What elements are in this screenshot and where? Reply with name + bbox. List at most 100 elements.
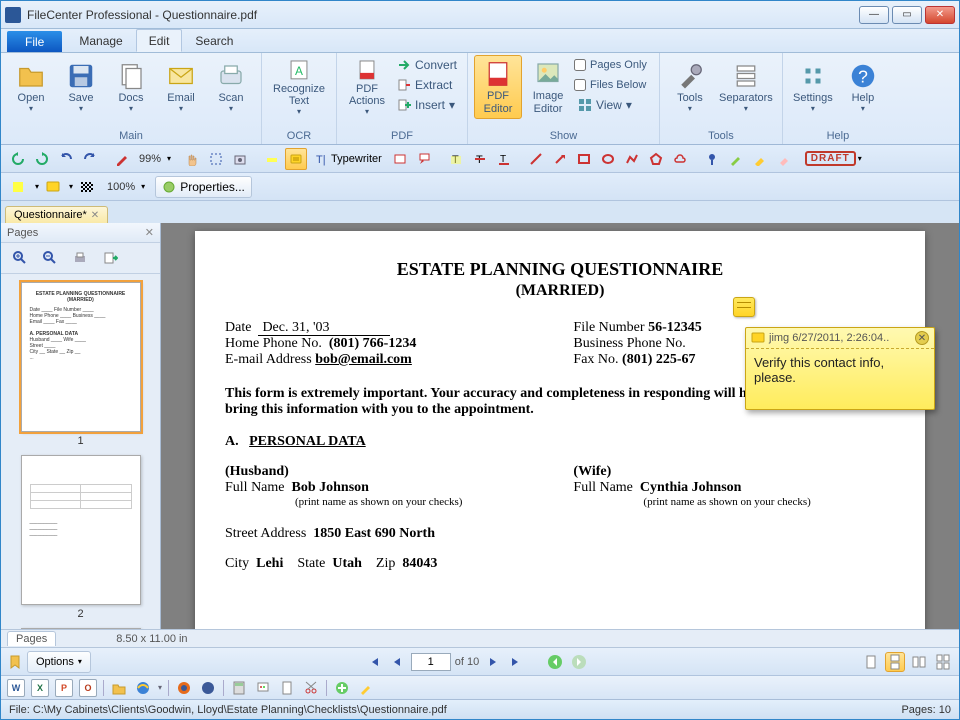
- prev-page-icon[interactable]: [387, 652, 407, 672]
- bookmark-icon[interactable]: [7, 654, 23, 670]
- view-dropdown[interactable]: View ▾: [574, 95, 653, 115]
- callout-icon[interactable]: [413, 148, 435, 170]
- properties-button[interactable]: Properties...: [155, 176, 252, 198]
- highlight-sel-icon[interactable]: [261, 148, 283, 170]
- last-page-icon[interactable]: [507, 652, 527, 672]
- tools-button[interactable]: Tools▾: [666, 55, 714, 119]
- calc-icon[interactable]: [230, 679, 248, 697]
- underline-icon[interactable]: T: [493, 148, 515, 170]
- sticky-note-tool-icon[interactable]: [285, 148, 307, 170]
- minimize-button[interactable]: —: [859, 6, 889, 24]
- eraser-icon[interactable]: [773, 148, 795, 170]
- close-button[interactable]: ✕: [925, 6, 955, 24]
- file-menu[interactable]: File: [7, 31, 62, 52]
- rotate-right-icon[interactable]: [31, 148, 53, 170]
- close-tab-icon[interactable]: ✕: [91, 210, 99, 221]
- zoom-out-thumb-icon[interactable]: [37, 247, 63, 269]
- files-below-checkbox[interactable]: Files Below: [574, 75, 653, 95]
- single-page-view-icon[interactable]: [861, 652, 881, 672]
- export-thumb-icon[interactable]: [97, 247, 123, 269]
- pencil-icon[interactable]: [725, 148, 747, 170]
- edit-apps-icon[interactable]: [357, 679, 375, 697]
- facing-view-icon[interactable]: [909, 652, 929, 672]
- document-tab[interactable]: Questionnaire*✕: [5, 206, 108, 223]
- email-button[interactable]: Email▾: [157, 55, 205, 119]
- sticky-note-icon[interactable]: [733, 297, 755, 317]
- outlook-icon[interactable]: O: [79, 679, 97, 697]
- facing-continuous-icon[interactable]: [933, 652, 953, 672]
- docs-button[interactable]: Docs▾: [107, 55, 155, 119]
- settings-button[interactable]: Settings▾: [789, 55, 837, 119]
- continuous-view-icon[interactable]: [885, 652, 905, 672]
- maximize-button[interactable]: ▭: [892, 6, 922, 24]
- snip-icon[interactable]: [302, 679, 320, 697]
- select-tool-icon[interactable]: [205, 148, 227, 170]
- fill-color-icon[interactable]: [7, 176, 33, 198]
- paint-icon[interactable]: [254, 679, 272, 697]
- powerpoint-icon[interactable]: P: [55, 679, 73, 697]
- note-style-icon[interactable]: [41, 176, 67, 198]
- polygon-tool-icon[interactable]: [645, 148, 667, 170]
- recognize-text-button[interactable]: ARecognize Text▾: [268, 55, 330, 119]
- convert-button[interactable]: Convert: [393, 55, 461, 75]
- scan-button[interactable]: Scan▾: [207, 55, 255, 119]
- page-thumbnail[interactable]: ______________________________ 2: [21, 455, 141, 620]
- polyline-tool-icon[interactable]: [621, 148, 643, 170]
- next-page-icon[interactable]: [483, 652, 503, 672]
- hand-tool-icon[interactable]: [181, 148, 203, 170]
- notepad-icon[interactable]: [278, 679, 296, 697]
- extract-button[interactable]: Extract: [393, 75, 461, 95]
- sticky-close-icon[interactable]: ✕: [915, 331, 929, 345]
- nav-forward-icon[interactable]: [569, 652, 589, 672]
- pushpin-icon[interactable]: [701, 148, 723, 170]
- separators-button[interactable]: Separators▾: [716, 55, 776, 119]
- arrow-tool-icon[interactable]: [549, 148, 571, 170]
- first-page-icon[interactable]: [363, 652, 383, 672]
- zoom-in-thumb-icon[interactable]: [7, 247, 33, 269]
- marker-icon[interactable]: [749, 148, 771, 170]
- sticky-text[interactable]: Verify this contact info, please.: [746, 349, 934, 409]
- tab-search[interactable]: Search: [182, 29, 246, 52]
- draft-stamp[interactable]: DRAFT: [805, 151, 856, 166]
- tab-edit[interactable]: Edit: [136, 29, 183, 52]
- pdf-editor-button[interactable]: PDF Editor: [474, 55, 522, 119]
- rect-tool-icon[interactable]: [573, 148, 595, 170]
- options-dropdown[interactable]: Options ▾: [27, 651, 91, 673]
- nav-back-icon[interactable]: [545, 652, 565, 672]
- tab-manage[interactable]: Manage: [66, 29, 135, 52]
- redo-icon[interactable]: [79, 148, 101, 170]
- word-icon[interactable]: W: [7, 679, 25, 697]
- print-thumb-icon[interactable]: [67, 247, 93, 269]
- insert-button[interactable]: Insert ▾: [393, 95, 461, 115]
- oval-tool-icon[interactable]: [597, 148, 619, 170]
- explorer-icon[interactable]: [110, 679, 128, 697]
- textbox-red-icon[interactable]: [389, 148, 411, 170]
- typewriter-tool[interactable]: T|Typewriter: [309, 148, 387, 170]
- edit-icon[interactable]: [111, 148, 133, 170]
- viewer-scroll[interactable]: ESTATE PLANNING QUESTIONNAIRE (MARRIED) …: [161, 223, 959, 629]
- pdf-actions-button[interactable]: PDF Actions▾: [343, 55, 391, 119]
- thunderbird-icon[interactable]: [199, 679, 217, 697]
- opacity-icon[interactable]: [75, 176, 101, 198]
- rotate-left-icon[interactable]: [7, 148, 29, 170]
- page-number-input[interactable]: [411, 653, 451, 671]
- pages-tab[interactable]: Pages: [7, 631, 56, 646]
- snapshot-icon[interactable]: [229, 148, 251, 170]
- help-button[interactable]: ?Help▾: [839, 55, 887, 119]
- pages-panel-close-icon[interactable]: ✕: [145, 226, 154, 239]
- line-tool-icon[interactable]: [525, 148, 547, 170]
- add-app-icon[interactable]: [333, 679, 351, 697]
- cloud-tool-icon[interactable]: [669, 148, 691, 170]
- save-button[interactable]: Save▾: [57, 55, 105, 119]
- excel-icon[interactable]: X: [31, 679, 49, 697]
- undo-icon[interactable]: [55, 148, 77, 170]
- sticky-note-popup[interactable]: jimg 6/27/2011, 2:26:04.. ✕ Verify this …: [745, 327, 935, 410]
- open-button[interactable]: Open▾: [7, 55, 55, 119]
- ie-icon[interactable]: [134, 679, 152, 697]
- page-thumbnail[interactable]: _____ __________ __________ __________ _…: [21, 628, 141, 629]
- pages-only-checkbox[interactable]: Pages Only: [574, 55, 653, 75]
- strikeout-icon[interactable]: T: [469, 148, 491, 170]
- page-thumbnail[interactable]: ESTATE PLANNING QUESTIONNAIRE(MARRIED)Da…: [21, 282, 141, 447]
- firefox-icon[interactable]: [175, 679, 193, 697]
- image-editor-button[interactable]: Image Editor: [524, 55, 572, 119]
